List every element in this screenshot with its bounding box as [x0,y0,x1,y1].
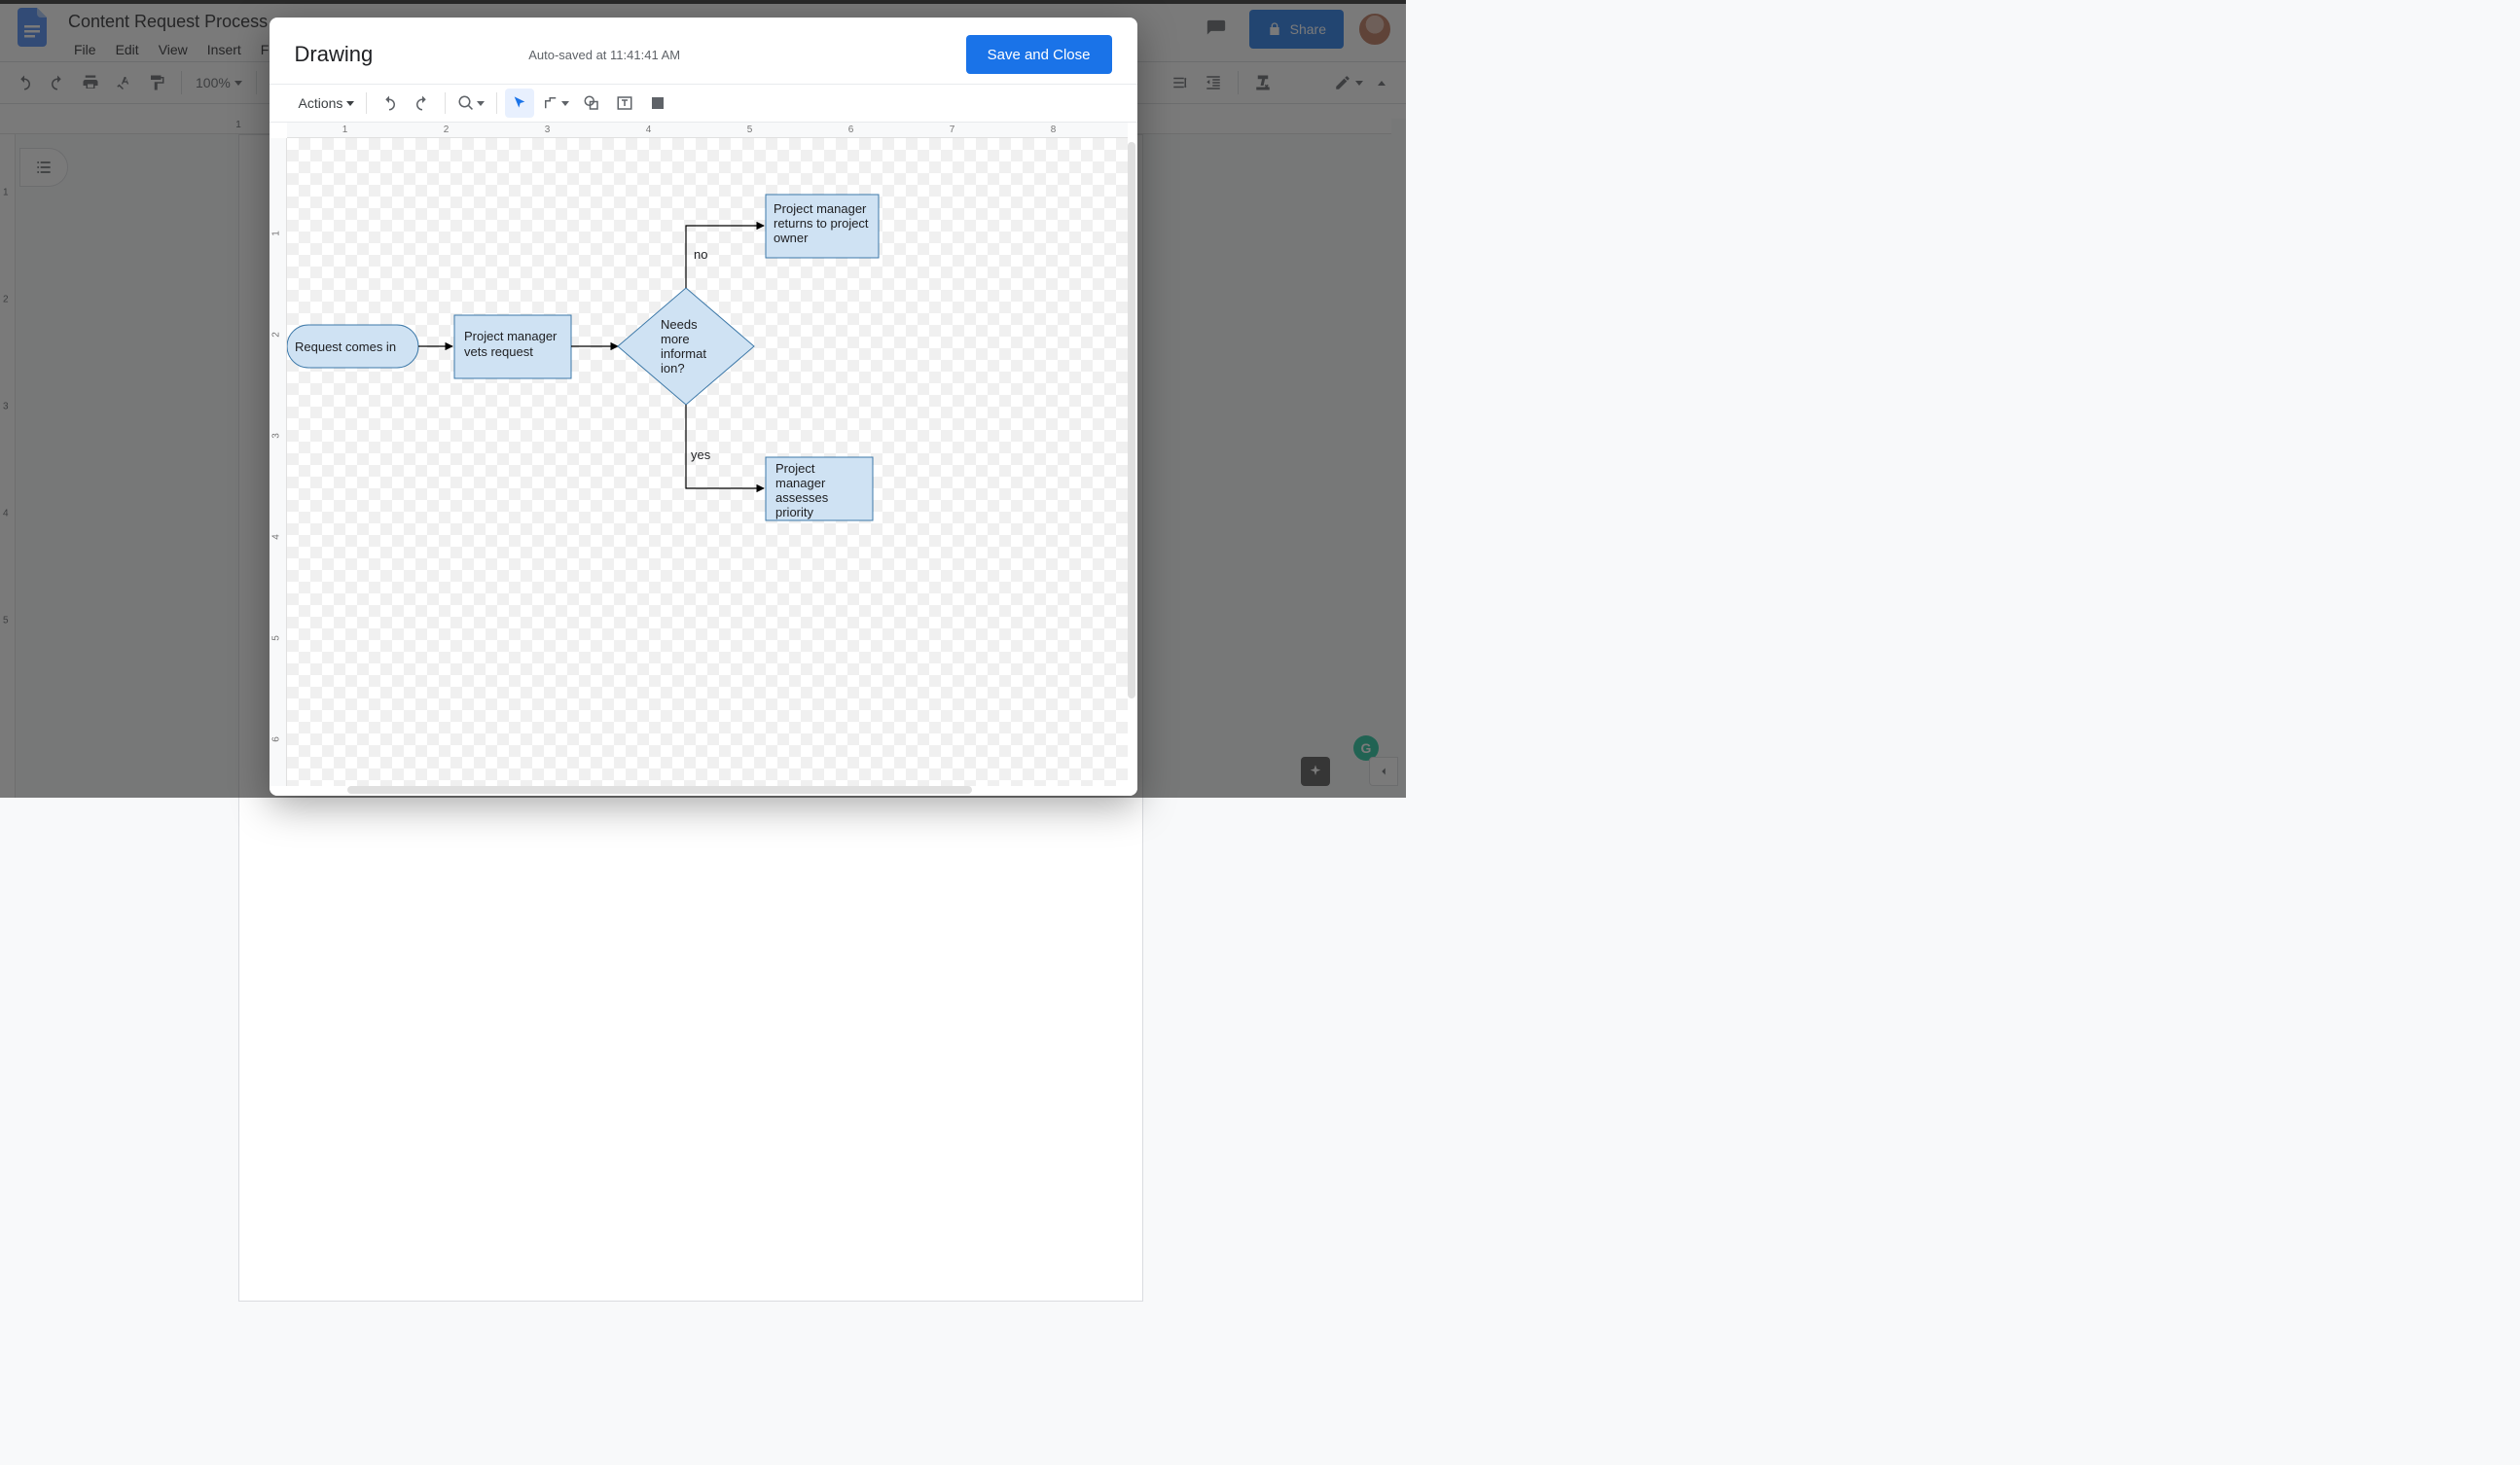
cursor-icon [512,95,527,111]
ruler-tick: 1 [270,231,281,236]
line-icon [542,94,559,112]
select-tool[interactable] [505,89,534,118]
decision-text: Needs [661,317,698,332]
ruler-tick: 4 [646,125,652,135]
ruler-tick: 2 [444,125,450,135]
flowchart-no-label: no [694,247,707,262]
chevron-down-icon [561,101,569,106]
drawing-undo-button[interactable] [375,89,404,118]
drawing-modal-title: Drawing [295,42,374,67]
assess-text: priority [775,505,814,519]
return-text: Project manager [774,201,867,216]
toolbar-separator [445,92,446,114]
ruler-tick: 1 [342,125,348,135]
assess-text: manager [775,476,826,490]
drawing-canvas[interactable]: Request comes in Project manager vets re… [287,138,1128,786]
actions-menu[interactable]: Actions [295,89,359,118]
decision-text: ion? [661,361,685,375]
chevron-down-icon [346,101,354,106]
drawing-horizontal-ruler[interactable]: 1 2 3 4 5 6 7 8 [287,123,1128,138]
image-icon [649,94,666,112]
flowchart-start-node[interactable]: Request comes in [287,325,418,368]
drawing-redo-button[interactable] [408,89,437,118]
textbox-tool[interactable] [610,89,639,118]
shape-tool[interactable] [577,89,606,118]
flowchart-connector-yes[interactable] [686,405,764,488]
flowchart-process-return[interactable]: Project manager returns to project owner [766,195,879,258]
return-text: owner [774,231,809,245]
modal-overlay: Drawing Auto-saved at 11:41:41 AM Save a… [0,0,1406,798]
assess-text: assesses [775,490,829,505]
ruler-tick: 3 [270,433,281,439]
chevron-down-icon [477,101,485,106]
zoom-tool[interactable] [453,89,488,118]
toolbar-separator [366,92,367,114]
drawing-canvas-area: 1 2 3 4 5 6 7 8 1 2 3 4 5 6 [270,123,1137,796]
flowchart-vet-text1: Project manager [464,329,558,343]
zoom-icon [457,94,475,112]
ruler-tick: 6 [270,736,281,742]
drawing-horizontal-scrollbar[interactable] [347,786,972,794]
flowchart-decision-node[interactable]: Needs more informat ion? [618,288,754,405]
ruler-tick: 4 [270,534,281,540]
ruler-tick: 5 [270,635,281,641]
ruler-tick: 7 [950,125,955,135]
actions-menu-label: Actions [299,95,343,111]
ruler-tick: 5 [747,125,753,135]
assess-text: Project [775,461,815,476]
decision-text: more [661,332,690,346]
flowchart-process-assess[interactable]: Project manager assesses priority [766,457,873,520]
shape-icon [583,94,600,112]
flowchart-start-text: Request comes in [295,339,396,354]
flowchart-vet-text2: vets request [464,344,533,359]
ruler-tick: 3 [545,125,551,135]
flowchart-process-vet[interactable]: Project manager vets request [454,315,571,378]
ruler-tick: 8 [1051,125,1057,135]
autosave-status: Auto-saved at 11:41:41 AM [528,48,680,62]
return-text: returns to project [774,216,869,231]
image-tool[interactable] [643,89,672,118]
ruler-tick: 6 [848,125,854,135]
textbox-icon [616,94,633,112]
flowchart-yes-label: yes [691,447,711,462]
toolbar-separator [496,92,497,114]
save-and-close-button[interactable]: Save and Close [966,35,1112,74]
drawing-vertical-ruler[interactable]: 1 2 3 4 5 6 [270,138,287,786]
drawing-modal-header: Drawing Auto-saved at 11:41:41 AM Save a… [270,18,1137,84]
line-tool[interactable] [538,89,573,118]
drawing-toolbar: Actions [270,84,1137,123]
ruler-tick: 2 [270,332,281,338]
decision-text: informat [661,346,706,361]
drawing-modal: Drawing Auto-saved at 11:41:41 AM Save a… [270,18,1137,796]
drawing-vertical-scrollbar[interactable] [1128,142,1135,698]
